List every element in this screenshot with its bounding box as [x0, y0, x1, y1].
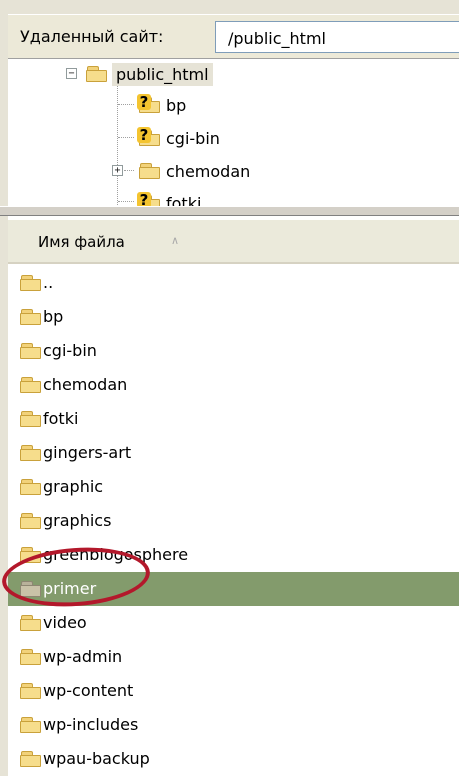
expand-icon[interactable]: + — [112, 165, 123, 176]
folder-icon — [20, 649, 42, 665]
remote-path-input[interactable]: /public_html — [215, 21, 459, 53]
open-folder-icon — [86, 66, 108, 82]
folder-icon — [20, 683, 42, 699]
folder-icon — [20, 751, 42, 767]
file-name: wp-admin — [43, 647, 123, 666]
file-name: gingers-art — [43, 443, 132, 462]
folder-icon — [20, 343, 42, 359]
tree-item-public-html[interactable]: − public_html — [8, 61, 308, 91]
folder-icon — [20, 513, 42, 529]
unknown-folder-icon: ? — [137, 94, 161, 113]
tree-item-label: cgi-bin — [166, 129, 220, 148]
tree-item-label: public_html — [112, 63, 213, 86]
folder-icon — [20, 479, 42, 495]
list-item[interactable]: graphic — [8, 470, 459, 504]
list-item[interactable]: fotki — [8, 402, 459, 436]
collapse-icon[interactable]: − — [66, 68, 77, 79]
unknown-folder-icon: ? — [137, 127, 161, 146]
folder-icon — [20, 275, 42, 291]
list-item[interactable]: graphics — [8, 504, 459, 538]
list-item[interactable]: video — [8, 606, 459, 640]
list-item[interactable]: chemodan — [8, 368, 459, 402]
remote-site-bar: Удаленный сайт: /public_html — [8, 14, 459, 59]
file-name: chemodan — [43, 375, 128, 394]
file-name: cgi-bin — [43, 341, 97, 360]
tree-item-cgi-bin[interactable]: ? cgi-bin — [8, 125, 308, 155]
remote-file-list: Имя файла ∧ .. bp cgi-bin chemodan fotki… — [8, 216, 459, 776]
list-item[interactable]: gingers-art — [8, 436, 459, 470]
tree-item-fotki[interactable]: ? fotki — [8, 190, 308, 207]
folder-icon — [20, 615, 42, 631]
file-name: wp-includes — [43, 715, 139, 734]
folder-icon — [139, 163, 161, 179]
list-item[interactable]: wp-content — [8, 674, 459, 708]
list-item[interactable]: .. — [8, 266, 459, 300]
sort-ascending-icon: ∧ — [171, 234, 180, 247]
file-name: .. — [43, 273, 54, 292]
tree-item-bp[interactable]: ? bp — [8, 92, 308, 122]
tree-item-label: bp — [166, 96, 187, 115]
file-name: graphic — [43, 477, 104, 496]
column-header-filename[interactable]: Имя файла ∧ — [8, 220, 459, 264]
file-name: bp — [43, 307, 64, 326]
list-item[interactable]: cgi-bin — [8, 334, 459, 368]
folder-icon — [20, 717, 42, 733]
file-name: wp-content — [43, 681, 134, 700]
folder-icon — [20, 377, 42, 393]
remote-site-label: Удаленный сайт: — [20, 27, 164, 46]
file-name: graphics — [43, 511, 112, 530]
folder-icon — [20, 309, 42, 325]
file-name: video — [43, 613, 87, 632]
list-item[interactable]: wp-admin — [8, 640, 459, 674]
list-item[interactable]: bp — [8, 300, 459, 334]
tree-item-label: chemodan — [166, 162, 251, 181]
pane-splitter[interactable] — [0, 206, 459, 216]
file-name: wpau-backup — [43, 749, 150, 768]
folder-icon — [20, 445, 42, 461]
list-item[interactable]: wpau-backup — [8, 742, 459, 776]
file-name: fotki — [43, 409, 79, 428]
remote-directory-tree: − public_html ? bp ? cgi-bin + chemodan … — [8, 58, 459, 207]
folder-icon — [20, 411, 42, 427]
column-header-label: Имя файла — [38, 233, 125, 251]
tree-item-chemodan[interactable]: + chemodan — [8, 158, 308, 188]
list-item[interactable]: wp-includes — [8, 708, 459, 742]
